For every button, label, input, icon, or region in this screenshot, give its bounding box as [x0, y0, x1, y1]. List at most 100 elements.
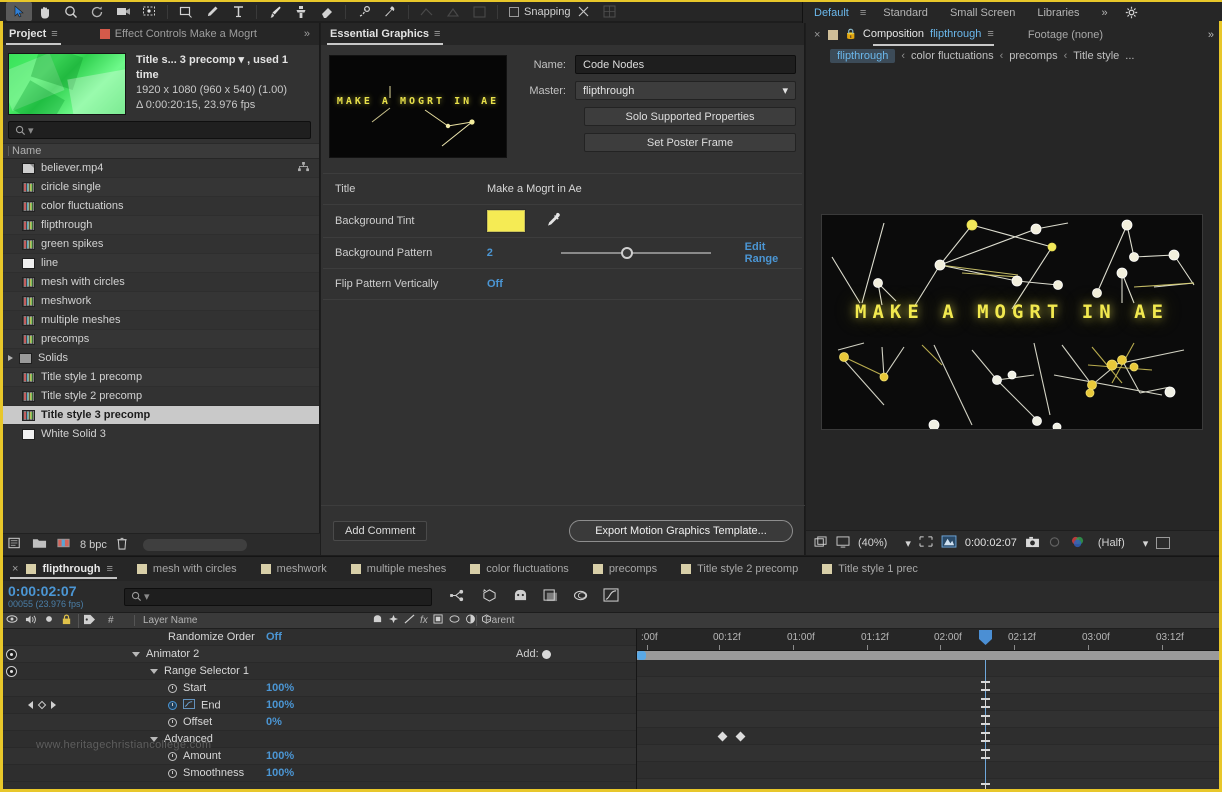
tab-footage[interactable]: Footage (none)	[1028, 29, 1103, 41]
bit-depth-label[interactable]: 8 bpc	[80, 539, 107, 551]
timeline-property-row[interactable]: Offset0%	[0, 714, 636, 731]
project-item-flipthrough[interactable]: flipthrough	[0, 216, 319, 235]
toggle-transparency-grid-icon[interactable]	[941, 535, 957, 551]
close-icon[interactable]: ×	[12, 563, 18, 575]
stopwatch-icon[interactable]	[168, 769, 177, 778]
project-item-title-style-3-precomp[interactable]: Title style 3 precomp	[0, 406, 319, 425]
timeline-tab-mesh-with-circles[interactable]: mesh with circles	[125, 557, 249, 581]
solo-supported-properties-button[interactable]: Solo Supported Properties	[584, 107, 796, 126]
timeline-track-row[interactable]	[637, 677, 1222, 694]
property-label-cell[interactable]: Randomize Order	[78, 631, 266, 643]
composition-panel-menu-icon[interactable]: ≡	[987, 28, 993, 40]
timeline-timecode-block[interactable]: 0:00:02:07 00055 (23.976 fps)	[0, 584, 120, 609]
video-eye-icon[interactable]	[6, 614, 18, 627]
property-value-cell[interactable]: 100%	[266, 699, 516, 711]
close-icon[interactable]: ×	[814, 29, 820, 41]
slider-knob[interactable]	[621, 247, 633, 259]
project-item-white-solid-3[interactable]: White Solid 3	[0, 425, 319, 443]
shy-switch-icon[interactable]	[372, 614, 383, 627]
next-keyframe-icon[interactable]	[51, 701, 56, 709]
project-item-list[interactable]: believer.mp4ciricle singlecolor fluctuat…	[0, 159, 319, 443]
project-item-mesh-with-circles[interactable]: mesh with circles	[0, 273, 319, 292]
timeline-property-row[interactable]: Smoothness100%	[0, 765, 636, 782]
region-tool-icon[interactable]	[466, 2, 492, 21]
pan-behind-tool-icon[interactable]	[136, 2, 162, 21]
timeline-keyframe-grid[interactable]	[637, 660, 1222, 792]
workspace-overflow-icon[interactable]: »	[1091, 2, 1119, 23]
timeline-track-row[interactable]	[637, 745, 1222, 762]
project-item-title-style-1-precomp[interactable]: Title style 1 precomp	[0, 368, 319, 387]
twirl-down-icon[interactable]	[132, 652, 140, 657]
keyframe-nav-cell[interactable]	[22, 701, 78, 709]
project-overflow-icon[interactable]: »	[295, 23, 319, 45]
selection-tool-icon[interactable]	[6, 2, 32, 21]
snapping-checkbox[interactable]	[509, 7, 519, 17]
property-label-cell[interactable]: Smoothness	[78, 767, 266, 779]
project-settings-icon[interactable]	[56, 537, 71, 552]
scrollbar-left-handle[interactable]	[637, 651, 646, 660]
property-label-cell[interactable]: Animator 2	[78, 648, 266, 660]
new-folder-icon[interactable]	[32, 537, 47, 552]
region-of-interest-icon[interactable]	[919, 536, 933, 551]
project-item-color-fluctuations[interactable]: color fluctuations	[0, 197, 319, 216]
eg-panel-menu-icon[interactable]: ≡	[434, 28, 440, 40]
eg-poster-thumbnail[interactable]: MAKE A MOGRT IN AE	[329, 55, 507, 158]
resolution-select[interactable]: (Half) ▾	[1098, 537, 1148, 550]
project-item-precomps[interactable]: precomps	[0, 330, 319, 349]
property-label-cell[interactable]: Advanced	[78, 733, 266, 745]
timeline-track-row[interactable]	[637, 762, 1222, 779]
twirl-down-icon[interactable]	[150, 737, 158, 742]
effects-switch-icon[interactable]: fx	[420, 615, 428, 626]
project-item-line[interactable]: line	[0, 254, 319, 273]
composition-timecode[interactable]: 0:00:02:07	[965, 537, 1017, 549]
timeline-tab-title-style-2-precomp[interactable]: Title style 2 precomp	[669, 557, 810, 581]
property-value-cell[interactable]: 100%	[266, 750, 516, 762]
toggle-view-layout-icon[interactable]	[1156, 537, 1170, 549]
enable-motion-blur-icon[interactable]	[573, 589, 589, 605]
graph-editor-row-icon[interactable]	[183, 700, 195, 712]
timeline-tab-multiple-meshes[interactable]: multiple meshes	[339, 557, 458, 581]
stopwatch-icon[interactable]	[168, 752, 177, 761]
eg-name-input[interactable]: Code Nodes	[575, 55, 796, 74]
project-item-believer-mp4[interactable]: believer.mp4	[0, 159, 319, 178]
stopwatch-icon[interactable]	[168, 684, 177, 693]
type-tool-icon[interactable]	[225, 2, 251, 21]
workspace-default[interactable]: Default	[803, 2, 860, 23]
stopwatch-icon[interactable]	[168, 718, 177, 727]
timeline-tab-flipthrough[interactable]: ×flipthrough≡	[0, 557, 125, 581]
timeline-layer-list[interactable]: Randomize OrderOffAnimator 2Add: Range S…	[0, 629, 637, 792]
property-value-cell[interactable]: 100%	[266, 682, 516, 694]
project-search-input[interactable]: ▾	[8, 121, 311, 139]
frame-blending-switch-icon[interactable]	[433, 614, 444, 627]
layer-name-header[interactable]: Layer Name	[134, 615, 366, 626]
motion-blur-switch-icon[interactable]	[449, 614, 460, 627]
new-composition-icon[interactable]	[8, 537, 23, 552]
background-pattern-slider[interactable]	[561, 246, 711, 260]
show-channel-icon[interactable]	[1070, 535, 1086, 551]
property-value-cell[interactable]: Off	[266, 631, 516, 643]
timeline-property-row[interactable]: Randomize OrderOff	[0, 629, 636, 646]
timeline-track-row[interactable]	[637, 711, 1222, 728]
tab-effect-controls[interactable]: Effect Controls Make a Mogrt	[91, 23, 266, 45]
timeline-track-row[interactable]	[637, 660, 1222, 677]
snapshot-camera-icon[interactable]	[1025, 536, 1040, 551]
add-comment-button[interactable]: Add Comment	[333, 521, 427, 541]
property-value-cell[interactable]: 100%	[266, 767, 516, 779]
timeline-track-area[interactable]: :00f00:12f01:00f01:12f02:00f02:12f03:00f…	[637, 629, 1222, 792]
mask-feather-tool-icon[interactable]	[414, 2, 440, 21]
breadcrumb-title-style[interactable]: Title style	[1073, 50, 1119, 62]
lock-icon[interactable]	[61, 614, 72, 628]
timeline-property-row[interactable]: Start100%	[0, 680, 636, 697]
timeline-ruler[interactable]: :00f00:12f01:00f01:12f02:00f02:12f03:00f…	[637, 629, 1222, 651]
workspace-menu-icon[interactable]: ≡	[860, 7, 872, 19]
align-tool-icon[interactable]	[440, 2, 466, 21]
timeline-property-row[interactable]: Range Selector 1	[0, 663, 636, 680]
enable-frame-blending-icon[interactable]	[543, 589, 559, 605]
timeline-property-row[interactable]: End100%	[0, 697, 636, 714]
row-eye-cell[interactable]	[0, 649, 22, 660]
timeline-search-input[interactable]: ▾	[124, 588, 432, 606]
playhead-handle[interactable]	[979, 630, 992, 645]
search-dropdown-caret-icon[interactable]: ▾	[28, 124, 34, 137]
tab-composition[interactable]: Composition flipthrough ≡	[863, 28, 994, 42]
timeline-tab-color-fluctuations[interactable]: color fluctuations	[458, 557, 581, 581]
